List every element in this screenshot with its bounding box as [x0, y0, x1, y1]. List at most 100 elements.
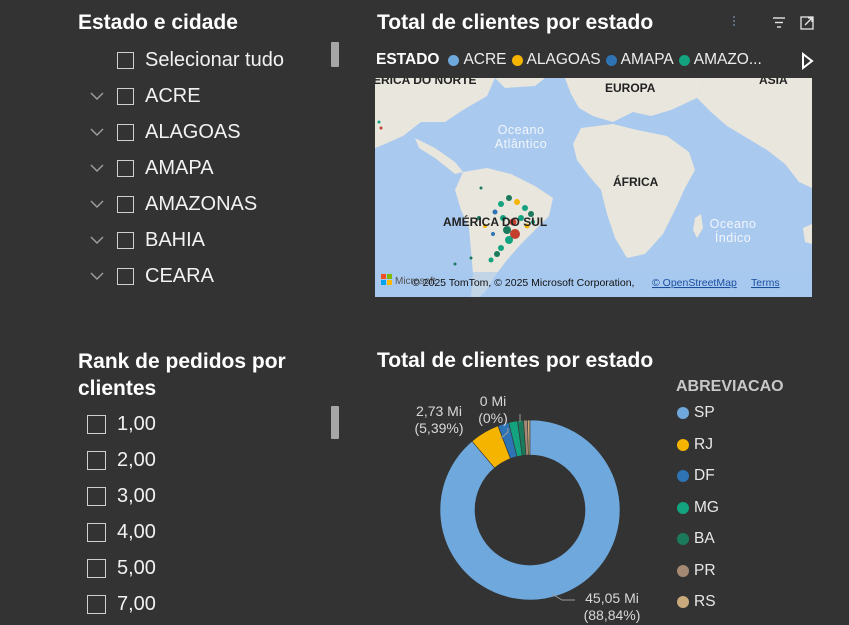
donut-label-small: 0 Mi (0%)	[478, 393, 508, 426]
donut-legend-label: MG	[694, 498, 719, 516]
terms-link[interactable]: Terms	[751, 277, 780, 289]
legend-dot-icon	[511, 54, 523, 66]
state-checkbox[interactable]	[117, 231, 134, 249]
rank-checkbox[interactable]	[87, 522, 106, 542]
donut-legend-item-rs[interactable]: RS	[677, 591, 716, 613]
rank-option[interactable]: 4,00	[87, 517, 156, 547]
map-legend-item[interactable]: ALAGOAS	[511, 51, 601, 69]
map-legend-label: ACRE	[463, 51, 507, 68]
state-option-label: AMAPA	[145, 156, 214, 179]
legend-next-icon[interactable]	[800, 52, 814, 70]
donut-legend-label: PR	[694, 561, 716, 579]
focus-mode-icon[interactable]	[799, 15, 815, 31]
map-attribution: © 2025 TomTom, © 2025 Microsoft Corporat…	[412, 277, 634, 289]
rank-option-label: 1,00	[117, 412, 156, 435]
state-option-label: ACRE	[145, 84, 201, 107]
state-slicer-scrollbar[interactable]	[331, 42, 339, 67]
rank-slicer-title-line2: clientes	[78, 377, 157, 400]
legend-dot-icon	[677, 470, 689, 482]
donut-legend-item-df[interactable]: DF	[677, 465, 715, 487]
donut-legend-item-pr[interactable]: PR	[677, 560, 716, 582]
state-checkbox[interactable]	[117, 123, 134, 141]
state-checkbox[interactable]	[117, 267, 134, 285]
expand-chevron-icon[interactable]	[90, 269, 104, 283]
state-option-label: BAHIA	[145, 228, 206, 251]
rank-option[interactable]: 1,00	[87, 409, 156, 439]
legend-dot-icon	[677, 533, 689, 545]
map-legend: ESTADO ACRE ALAGOAS AMAPA AMAZO...	[376, 48, 808, 72]
map-legend-title: ESTADO	[376, 51, 440, 68]
map-legend-label: AMAZO...	[693, 51, 762, 68]
label-europe: EUROPA	[605, 81, 656, 95]
state-option-bahia[interactable]: BAHIA	[117, 225, 205, 255]
donut-legend-label: RS	[694, 593, 716, 610]
rank-option-label: 2,00	[117, 448, 156, 471]
donut-legend-item-mg[interactable]: MG	[677, 497, 719, 519]
rank-slicer-title-line1: Rank de pedidos por	[78, 350, 286, 373]
label-africa: ÁFRICA	[613, 174, 659, 189]
map-legend-item[interactable]: AMAZO...	[678, 51, 762, 69]
label-indian-1: Oceano	[710, 217, 757, 231]
rank-option-label: 4,00	[117, 520, 156, 543]
state-checkbox[interactable]	[117, 195, 134, 213]
expand-chevron-icon[interactable]	[90, 197, 104, 211]
donut-label-rj: 2,73 Mi (5,39%)	[414, 403, 464, 436]
donut-legend-item-sp[interactable]: SP	[677, 402, 715, 424]
filter-icon[interactable]	[771, 15, 787, 31]
state-option-label: CEARA	[145, 264, 214, 287]
expand-chevron-icon[interactable]	[90, 89, 104, 103]
label-atlantic-2: Atlântico	[495, 137, 547, 151]
state-slicer-title: Estado e cidade	[78, 11, 238, 34]
label-north-america: ÉRICA DO NORTE	[375, 78, 477, 87]
legend-dot-icon	[677, 564, 689, 577]
label-atlantic-1: Oceano	[498, 123, 545, 137]
donut-label-sp: 45,05 Mi (88,84%)	[583, 590, 641, 623]
select-all-option[interactable]: Selecionar tudo	[117, 45, 284, 75]
rank-option[interactable]: 5,00	[87, 553, 156, 583]
map-legend-label: ALAGOAS	[526, 51, 601, 68]
legend-dot-icon	[677, 407, 689, 419]
legend-dot-icon	[448, 54, 460, 66]
legend-dot-icon	[678, 54, 690, 66]
state-checkbox[interactable]	[117, 159, 134, 177]
state-option-label: AMAZONAS	[145, 192, 258, 215]
rank-checkbox[interactable]	[87, 486, 106, 506]
state-option-acre[interactable]: ACRE	[117, 81, 201, 111]
state-checkbox[interactable]	[117, 87, 134, 105]
donut-legend-item-ba[interactable]: BA	[677, 528, 715, 550]
map-legend-item[interactable]: AMAPA	[605, 51, 674, 69]
rank-option[interactable]: 7,00	[87, 589, 156, 619]
expand-chevron-icon[interactable]	[90, 233, 104, 247]
rank-checkbox[interactable]	[87, 594, 106, 614]
donut-visual-title: Total de clientes por estado	[377, 349, 654, 372]
rank-checkbox[interactable]	[87, 414, 106, 434]
donut-legend-label: SP	[694, 404, 715, 421]
map-legend-label: AMAPA	[620, 51, 674, 68]
legend-dot-icon	[605, 54, 617, 66]
state-option-amapa[interactable]: AMAPA	[117, 153, 214, 183]
rank-slicer-scrollbar[interactable]	[331, 406, 339, 439]
map-visual-title: Total de clientes por estado	[377, 11, 654, 34]
expand-chevron-icon[interactable]	[90, 161, 104, 175]
osm-link[interactable]: © OpenStreetMap	[652, 277, 737, 289]
more-options-icon[interactable]	[729, 14, 739, 30]
state-option-ceara[interactable]: CEARA	[117, 261, 214, 291]
rank-option-label: 3,00	[117, 484, 156, 507]
donut-legend-item-rj[interactable]: RJ	[677, 434, 713, 456]
state-option-amazonas[interactable]: AMAZONAS	[117, 189, 257, 219]
select-all-label: Selecionar tudo	[145, 48, 284, 71]
label-asia: ÁSIA	[759, 78, 788, 87]
donut-legend-label: RJ	[694, 435, 713, 453]
donut-legend-title: ABREVIACAO	[676, 378, 784, 395]
rank-option[interactable]: 2,00	[87, 445, 156, 475]
label-south-america: AMÉRICA DO SUL	[443, 214, 547, 229]
rank-checkbox[interactable]	[87, 558, 106, 578]
map-legend-item[interactable]: ACRE	[448, 51, 507, 69]
state-option-alagoas[interactable]: ALAGOAS	[117, 117, 241, 147]
rank-option[interactable]: 3,00	[87, 481, 156, 511]
rank-checkbox[interactable]	[87, 450, 106, 470]
expand-chevron-icon[interactable]	[90, 125, 104, 139]
select-all-checkbox[interactable]	[117, 51, 134, 69]
rank-slicer-title: Rank de pedidos por clientes	[78, 348, 286, 402]
map-area[interactable]: ÉRICA DO NORTE EUROPA ÁSIA ÁFRICA AMÉRIC…	[375, 78, 812, 297]
